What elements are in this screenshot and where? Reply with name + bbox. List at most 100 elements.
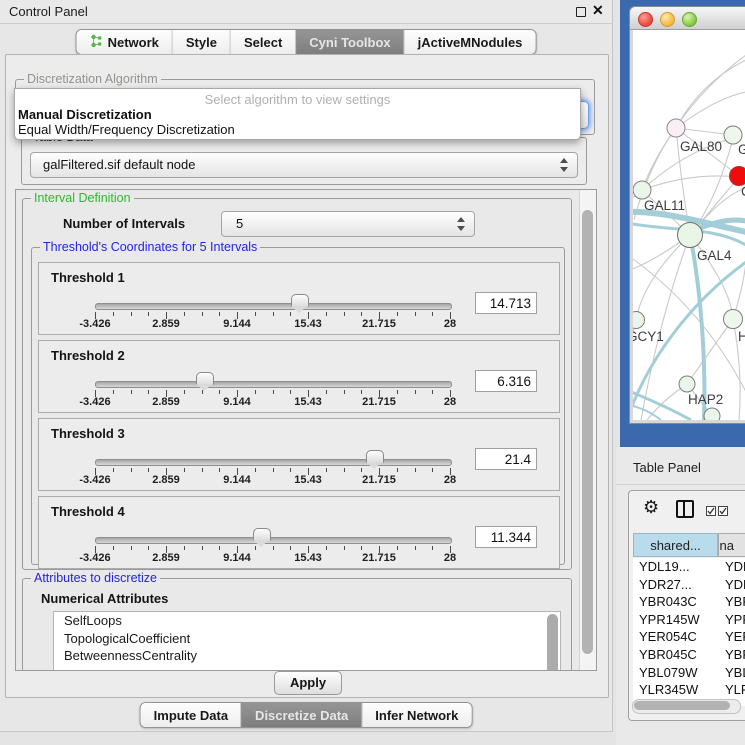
network-node[interactable] bbox=[704, 408, 720, 420]
tick-mark bbox=[344, 468, 345, 472]
attribute-item-topologicalcoefficient[interactable]: TopologicalCoefficient bbox=[54, 630, 560, 648]
network-node-c[interactable] bbox=[730, 167, 745, 186]
network-canvas[interactable]: GAL80G.CGAL11GAL4GCY1HHAP2 bbox=[633, 30, 745, 420]
bottom-tab-bar: Impute DataDiscretize DataInfer Network bbox=[140, 702, 473, 728]
node-label: GAL11 bbox=[644, 198, 685, 213]
slider-track[interactable] bbox=[95, 537, 452, 544]
tab-label: Cyni Toolbox bbox=[309, 35, 390, 50]
numerical-attributes-list[interactable]: SelfLoopsTopologicalCoefficientBetweenne… bbox=[53, 611, 561, 671]
tab-style[interactable]: Style bbox=[172, 30, 230, 54]
tick-mark bbox=[273, 312, 274, 316]
settings-scrollbar-thumb[interactable] bbox=[582, 210, 593, 654]
mac-zoom-button[interactable] bbox=[682, 12, 697, 27]
cell-shared-name: YER054C bbox=[639, 629, 697, 644]
node-table: shared... na YDL19...YDL1YDR27...YDR2YBR… bbox=[633, 533, 745, 715]
network-node-gal11[interactable] bbox=[633, 181, 651, 199]
select-columns-checkboxes-icon[interactable] bbox=[706, 503, 728, 521]
table-horizontal-scrollbar[interactable] bbox=[632, 699, 741, 714]
tick-label: 28 bbox=[444, 318, 456, 330]
slider-track[interactable] bbox=[95, 459, 452, 466]
tick-mark bbox=[184, 468, 185, 472]
mac-minimize-button[interactable] bbox=[660, 12, 675, 27]
network-view-region: GAL80G.CGAL11GAL4GCY1HHAP2 bbox=[620, 0, 745, 447]
mac-close-button[interactable] bbox=[638, 12, 653, 27]
bottom-tab-infer-network[interactable]: Infer Network bbox=[361, 703, 471, 727]
table-hscrollbar-thumb[interactable] bbox=[634, 701, 730, 710]
tick-label: 2.859 bbox=[152, 318, 180, 330]
tick-mark bbox=[432, 468, 433, 472]
columns-icon[interactable] bbox=[676, 500, 694, 518]
settings-vertical-scrollbar[interactable] bbox=[579, 190, 596, 670]
close-icon[interactable]: ✕ bbox=[592, 2, 604, 19]
slider-thumb[interactable] bbox=[291, 294, 309, 307]
bottom-tab-impute-data[interactable]: Impute Data bbox=[141, 703, 241, 727]
tick-mark bbox=[148, 390, 149, 394]
network-node-h[interactable] bbox=[724, 310, 743, 329]
cyni-toolbox-panel: Discretization Algorithm Select algorith… bbox=[5, 54, 609, 698]
tick-label: -3.426 bbox=[79, 396, 110, 408]
tick-mark bbox=[326, 312, 327, 316]
numerical-attributes-label: Numerical Attributes bbox=[41, 591, 168, 606]
slider-thumb[interactable] bbox=[196, 372, 214, 385]
tick-label: 28 bbox=[444, 396, 456, 408]
tick-mark bbox=[131, 468, 132, 472]
table-row[interactable]: YER054CYER0 bbox=[633, 628, 745, 646]
network-node-gcy1[interactable] bbox=[633, 312, 645, 329]
threshold-label: Threshold 1 bbox=[51, 270, 125, 285]
tab-label: Select bbox=[244, 35, 282, 50]
attribute-item-betweennesscentrality[interactable]: BetweennessCentrality bbox=[54, 647, 560, 665]
network-node-gal4[interactable] bbox=[678, 223, 703, 248]
number-of-intervals-combobox[interactable]: 5 bbox=[221, 211, 475, 237]
table-data-combobox[interactable]: galFiltered.sif default node bbox=[30, 152, 578, 178]
gear-icon[interactable]: ⚙ bbox=[643, 497, 659, 518]
tab-label: Network bbox=[108, 35, 159, 50]
combo-stepper-icon bbox=[560, 157, 569, 173]
tick-mark bbox=[273, 468, 274, 472]
table-row[interactable]: YDL19...YDL1 bbox=[633, 558, 745, 576]
tab-jactivemnodules[interactable]: jActiveMNodules bbox=[404, 30, 536, 54]
table-row[interactable]: YBR043CYBR0 bbox=[633, 593, 745, 611]
attribute-item-selfloops[interactable]: SelfLoops bbox=[54, 612, 560, 630]
tick-mark bbox=[113, 312, 114, 316]
threshold-value-field[interactable] bbox=[475, 526, 537, 548]
slider-track[interactable] bbox=[95, 381, 452, 388]
tick-mark bbox=[184, 390, 185, 394]
threshold-label: Threshold 2 bbox=[51, 348, 125, 363]
table-row[interactable]: YLR345WYLR3 bbox=[633, 681, 745, 699]
float-window-icon[interactable] bbox=[576, 7, 586, 17]
slider-thumb[interactable] bbox=[253, 528, 271, 541]
apply-button[interactable]: Apply bbox=[274, 671, 342, 695]
table-header-row: shared... na bbox=[633, 533, 745, 558]
tick-mark bbox=[361, 390, 362, 394]
threshold-value-field[interactable] bbox=[475, 370, 537, 392]
tab-network[interactable]: Network bbox=[77, 30, 172, 54]
algorithm-option-manual-discretization[interactable]: Manual Discretization bbox=[18, 107, 152, 122]
tab-cyni-toolbox[interactable]: Cyni Toolbox bbox=[295, 30, 403, 54]
algorithm-option-equal-width-frequency-discretization[interactable]: Equal Width/Frequency Discretization bbox=[18, 122, 235, 137]
tick-label: -3.426 bbox=[79, 552, 110, 564]
table-row[interactable]: YBR045CYBR0 bbox=[633, 646, 745, 664]
node-label: HAP2 bbox=[688, 392, 723, 407]
top-tab-bar: Network Style Select Cyni Toolbox jActiveMNo… bbox=[76, 29, 537, 55]
attributes-list-scrollbar[interactable] bbox=[547, 614, 558, 671]
tick-mark bbox=[290, 390, 291, 394]
network-view-window: GAL80G.CGAL11GAL4GCY1HHAP2 bbox=[629, 6, 745, 424]
table-row[interactable]: YBL079WYBL0 bbox=[633, 664, 745, 682]
threshold-value-field[interactable] bbox=[475, 292, 537, 314]
network-window-titlebar bbox=[630, 7, 745, 30]
network-node-hap2[interactable] bbox=[679, 376, 695, 392]
interval-definition-group: Interval Definition Number of Intervals … bbox=[22, 198, 572, 570]
slider-track[interactable] bbox=[95, 303, 452, 310]
network-node-gal80[interactable] bbox=[667, 119, 685, 137]
column-header-shared-name[interactable]: shared... bbox=[633, 533, 718, 557]
node-label: G. bbox=[738, 142, 745, 157]
table-row[interactable]: YDR27...YDR2 bbox=[633, 576, 745, 594]
threshold-value-field[interactable] bbox=[475, 448, 537, 470]
slider-thumb[interactable] bbox=[366, 450, 384, 463]
table-row[interactable]: YPR145WYPR1 bbox=[633, 611, 745, 629]
bottom-tab-discretize-data[interactable]: Discretize Data bbox=[241, 703, 361, 727]
node-label: GAL4 bbox=[697, 248, 732, 263]
tab-select[interactable]: Select bbox=[230, 30, 295, 54]
column-header-name[interactable]: na bbox=[718, 533, 745, 557]
tick-mark bbox=[361, 312, 362, 316]
